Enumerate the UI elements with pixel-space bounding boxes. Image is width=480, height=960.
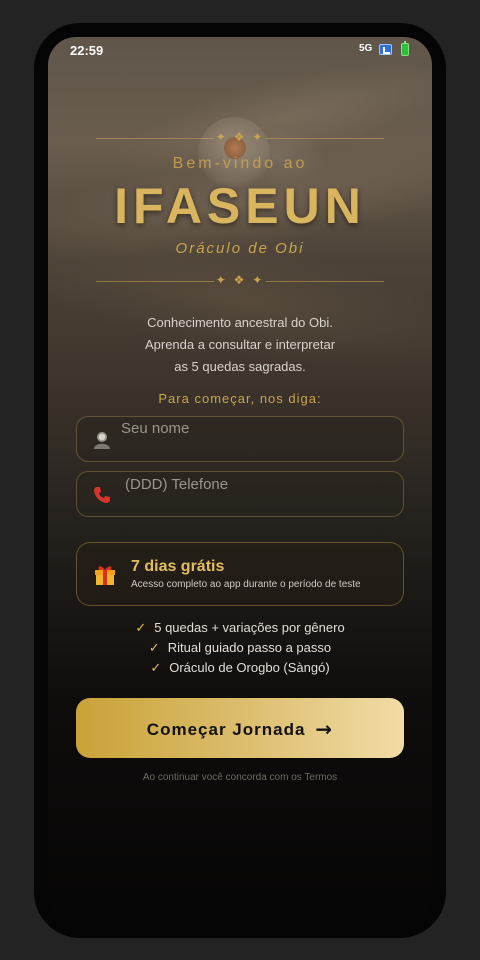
divider-line — [96, 281, 214, 282]
arrow-right-icon: → — [315, 717, 334, 741]
intro-description: Conhecimento ancestral do Obi. Aprenda a… — [48, 312, 432, 378]
name-field[interactable] — [76, 416, 404, 462]
feature-item: ✓ Oráculo de Orogbo (Sàngó) — [48, 660, 432, 676]
ornament-symbol: ✦ ❖ ✦ — [215, 130, 265, 144]
welcome-text: Bem-vindo ao — [172, 155, 308, 172]
battery-icon — [401, 41, 409, 56]
feature-item: ✓ 5 quedas + variações por gênero — [48, 620, 432, 636]
divider-line — [96, 138, 214, 139]
trial-subtitle: Acesso completo ao app durante o período… — [131, 579, 361, 590]
app-screen: 22:59 5G ✦ ❖ ✦ Bem-vindo ao IFASEUN Orác… — [48, 37, 432, 923]
start-journey-label: Começar Jornada — [146, 720, 306, 739]
trial-title: 7 dias grátis — [131, 558, 225, 575]
check-icon: ✓ — [150, 661, 162, 676]
bottom-ornament-divider: ✦ ❖ ✦ — [96, 273, 384, 288]
signal-icon — [379, 44, 392, 55]
name-input[interactable] — [121, 417, 391, 439]
status-bar: 22:59 5G — [48, 37, 432, 63]
app-subtitle: Oráculo de Obi — [175, 240, 305, 257]
free-trial-card: 7 dias grátis Acesso completo ao app dur… — [76, 542, 404, 606]
phone-icon — [94, 487, 110, 503]
phone-field[interactable] — [76, 471, 404, 517]
start-journey-button[interactable]: Começar Jornada → — [76, 698, 404, 758]
network-type: 5G — [359, 43, 373, 54]
gift-icon — [95, 566, 115, 585]
divider-line — [266, 138, 384, 139]
person-icon — [94, 432, 110, 449]
top-ornament-divider: ✦ ❖ ✦ — [96, 130, 384, 145]
check-icon: ✓ — [135, 621, 147, 636]
check-icon: ✓ — [148, 641, 160, 656]
feature-text: Oráculo de Orogbo (Sàngó) — [169, 660, 330, 675]
feature-item: ✓ Ritual guiado passo a passo — [48, 640, 432, 656]
divider-line — [266, 281, 384, 282]
ornament-symbol: ✦ ❖ ✦ — [215, 273, 265, 287]
feature-text: Ritual guiado passo a passo — [167, 640, 332, 655]
feature-text: 5 quedas + variações por gênero — [154, 620, 345, 635]
intro-line: Aprenda a consultar e interpretar — [144, 337, 336, 352]
terms-notice[interactable]: Ao continuar você concorda com os Termos — [48, 772, 432, 783]
status-time: 22:59 — [70, 43, 104, 58]
form-prompt: Para começar, nos diga: — [158, 391, 322, 406]
phone-input[interactable] — [125, 473, 395, 495]
intro-line: as 5 quedas sagradas. — [174, 359, 306, 374]
intro-line: Conhecimento ancestral do Obi. — [147, 315, 333, 330]
app-brand-title: IFASEUN — [114, 178, 366, 234]
